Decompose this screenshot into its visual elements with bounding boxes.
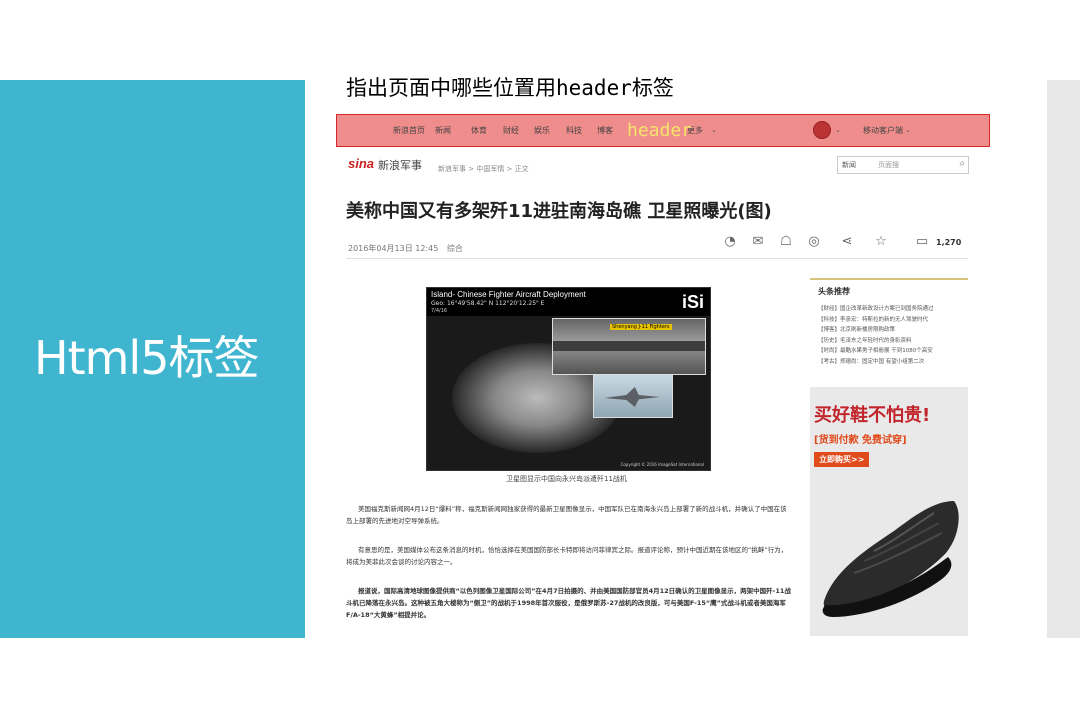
runway-inset: Shenyang J-11 Fighters <box>552 318 706 375</box>
search-icon[interactable]: ⌕ <box>959 158 965 169</box>
photo-date: 7/4/16 <box>431 308 448 314</box>
breadcrumb[interactable]: 新浪军事 > 中国军情 > 正文 <box>438 164 529 174</box>
fighter-inset <box>593 374 673 418</box>
list-item[interactable]: 【历史】毛泽东之年轻时代的身影资料 <box>818 336 934 347</box>
article-paragraph: 有意思的是，美国媒体公布这条消息的时机，恰恰选择在美国国防部长卡特即将访问菲律宾… <box>346 546 788 566</box>
satellite-photo: Island- Chinese Fighter Aircraft Deploym… <box>426 287 711 471</box>
right-strip <box>1047 80 1080 638</box>
header-label: header <box>627 120 693 141</box>
search-box[interactable]: 新闻 页面搜 ⌕ <box>837 156 969 174</box>
list-item[interactable]: 【财经】国企改革新政设计方案已到国务院通过 <box>818 304 934 315</box>
nav-item-sports[interactable]: 体育 <box>471 125 487 136</box>
list-item[interactable]: 【博客】北京刷新楼房限购政策 <box>818 325 934 336</box>
article-date: 2016年04月13日 12:45 <box>348 244 439 253</box>
recommend-box: 头条推荐 【财经】国企改革新政设计方案已到国务院通过 【科技】李彦宏：特斯拉的新… <box>810 280 968 384</box>
mobile-client-link[interactable]: 移动客户端 <box>863 125 903 136</box>
article-meta: 2016年04月13日 12:45 综合 <box>348 243 463 254</box>
sina-logo[interactable]: sina <box>348 156 374 171</box>
nav-item-home[interactable]: 新浪首页 <box>393 125 425 136</box>
qzone-icon[interactable]: ◎ <box>806 234 822 250</box>
photo-geo: Geo: 16°49'58.42" N 112°20'12.25" E <box>431 300 545 307</box>
photo-header: Island- Chinese Fighter Aircraft Deploym… <box>427 288 710 316</box>
nav-item-news[interactable]: 新闻 <box>435 125 451 136</box>
header-highlight: 新浪首页 新闻 体育 财经 娱乐 科技 博客 更多 ⌄ header ⌄ 移动客… <box>336 114 990 147</box>
wechat-icon[interactable]: ✉ <box>750 234 766 250</box>
share-icon[interactable]: ⋖ <box>839 234 855 250</box>
inset-label: Shenyang J-11 Fighters <box>610 324 672 330</box>
list-item[interactable]: 【科技】李彦宏：特斯拉的新的无人驾驶时代 <box>818 315 934 326</box>
article-paragraph: 报道说，国际高清地球图像提供商“以色列图像卫星国际公司”在4月7日拍摄的、并由美… <box>346 587 791 619</box>
weibo-icon[interactable]: ◔ <box>722 234 738 250</box>
share-bar: ◔ ✉ ☖ ◎ ⋖ ☆ ▭ 1,270 <box>722 234 968 254</box>
comment-icon[interactable]: ▭ <box>914 234 930 250</box>
nav-item-entertainment[interactable]: 娱乐 <box>534 125 550 136</box>
list-item[interactable]: 【时尚】最酷水果男子相册展 干到1080个高安 <box>818 346 934 357</box>
more-chevron-icon: ⌄ <box>711 126 717 134</box>
recommend-title: 头条推荐 <box>818 287 850 296</box>
nav-item-tech[interactable]: 科技 <box>566 125 582 136</box>
favorite-icon[interactable]: ☆ <box>873 234 889 250</box>
article-paragraph: 美国福克斯新闻网4月12日“爆料”称，福克斯新闻网独家获得的最新卫星图像显示，中… <box>346 505 787 525</box>
search-input[interactable]: 页面搜 <box>878 160 899 170</box>
mobile-chevron-icon: ⌄ <box>905 126 911 134</box>
channel-logo-text[interactable]: 新浪军事 <box>378 157 422 173</box>
recommend-list: 【财经】国企改革新政设计方案已到国务院通过 【科技】李彦宏：特斯拉的新的无人驾驶… <box>818 304 934 367</box>
ad-buy-button[interactable]: 立即购买>> <box>814 452 870 467</box>
fighter-jet <box>604 387 660 407</box>
shoe-ad[interactable]: 买好鞋不怕贵! [货到付款 免费试穿] 立即购买>> <box>810 387 968 636</box>
photo-caption: 卫星图显示中国向永兴岛派遣歼11战机 <box>506 475 627 483</box>
qq-icon[interactable]: ☖ <box>778 234 794 250</box>
search-category-select[interactable]: 新闻 <box>842 160 856 170</box>
slide-title: Html5标签 <box>34 331 259 385</box>
article-title: 美称中国又有多架歼11进驻南海岛礁 卫星照曝光(图) <box>346 201 772 222</box>
question-text: 指出页面中哪些位置用header标签 <box>346 76 674 100</box>
list-item[interactable]: 【考古】郑德尚：固定中国 有望小组第二次 <box>818 357 934 368</box>
shoe-image <box>822 501 959 617</box>
runway-strip <box>553 341 705 351</box>
avatar-chevron-icon: ⌄ <box>835 126 841 134</box>
avatar[interactable] <box>813 121 831 139</box>
nav-item-blog[interactable]: 博客 <box>597 125 613 136</box>
photo-title: Island- Chinese Fighter Aircraft Deploym… <box>431 290 586 299</box>
ad-subtitle: [货到付款 免费试穿] <box>814 435 907 446</box>
isi-logo: iSi <box>681 292 704 312</box>
comment-count[interactable]: 1,270 <box>936 238 961 247</box>
divider <box>346 258 968 259</box>
article-source: 综合 <box>446 244 463 253</box>
photo-copyright: Copyright © 2016 ImageSat International <box>620 462 704 467</box>
nav-item-finance[interactable]: 财经 <box>503 125 519 136</box>
ad-title: 买好鞋不怕贵! <box>814 405 931 426</box>
webpage-screenshot: 新浪首页 新闻 体育 财经 娱乐 科技 博客 更多 ⌄ header ⌄ 移动客… <box>336 112 990 638</box>
